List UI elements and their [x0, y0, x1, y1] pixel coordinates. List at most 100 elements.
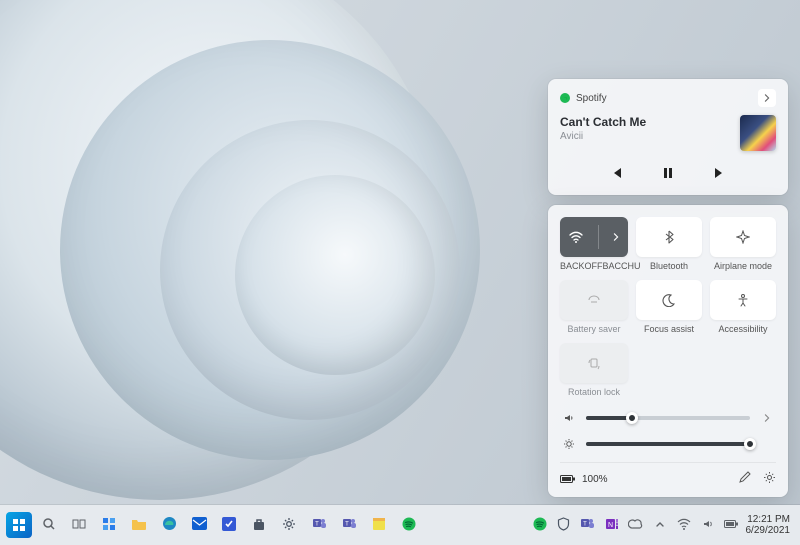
- qs-item-accessibility: Accessibility: [710, 280, 776, 335]
- focus-assist-tile[interactable]: [636, 280, 702, 320]
- skip-next-icon: [713, 166, 727, 180]
- search-icon: [42, 517, 56, 534]
- media-source-app[interactable]: Spotify: [560, 93, 607, 104]
- chevron-right-icon: [763, 414, 771, 422]
- media-app-label: Spotify: [576, 93, 607, 104]
- airplane-label: Airplane mode: [714, 262, 772, 272]
- taskbar-app-teams-personal[interactable]: T: [306, 512, 332, 538]
- qs-item-wifi: BACKOFFBACCHU: [560, 217, 628, 272]
- tray-onenote[interactable]: N: [602, 515, 622, 535]
- svg-text:T: T: [583, 522, 587, 528]
- taskbar-app-widgets[interactable]: [96, 512, 122, 538]
- rotation-lock-icon: [587, 356, 601, 370]
- qs-item-airplane: Airplane mode: [710, 217, 776, 272]
- taskbar-app-todo[interactable]: [216, 512, 242, 538]
- volume-output-button[interactable]: [760, 414, 774, 422]
- battery-icon: [560, 474, 576, 484]
- brightness-icon: [562, 438, 576, 450]
- volume-slider-row: [562, 412, 774, 424]
- skip-previous-icon: [609, 166, 623, 180]
- teams-icon: T: [312, 516, 327, 534]
- tray-network[interactable]: [674, 515, 694, 535]
- brightness-slider-row: [562, 438, 774, 450]
- battery-percent-label: 100%: [582, 474, 608, 485]
- tray-overflow[interactable]: [650, 515, 670, 535]
- wifi-label: BACKOFFBACCHU: [560, 262, 628, 272]
- qs-item-battery-saver: Battery saver: [560, 280, 628, 335]
- media-play-pause-button[interactable]: [658, 163, 678, 183]
- volume-slider[interactable]: [586, 416, 750, 420]
- open-settings-button[interactable]: [763, 471, 776, 487]
- shield-icon: [557, 517, 570, 534]
- qs-item-rotation-lock: Rotation lock: [560, 343, 628, 398]
- note-icon: [372, 517, 386, 534]
- brightness-slider[interactable]: [586, 442, 750, 446]
- media-next-button[interactable]: [710, 163, 730, 183]
- teams-icon: T: [342, 516, 357, 534]
- taskbar-time: 12:21 PM: [747, 514, 790, 526]
- accessibility-tile[interactable]: [710, 280, 776, 320]
- taskbar-date: 6/29/2021: [746, 525, 791, 537]
- quick-settings-panel: BACKOFFBACCHU Bluetooth Airplane mode Ba…: [548, 205, 788, 497]
- wifi-tile[interactable]: [560, 217, 628, 257]
- taskbar-app-search[interactable]: [36, 512, 62, 538]
- media-track-title: Can't Catch Me: [560, 115, 646, 129]
- accessibility-icon: [736, 293, 750, 307]
- taskbar-app-spotify-taskbar[interactable]: [396, 512, 422, 538]
- edge-icon: [162, 516, 177, 534]
- spotify-icon: [560, 93, 570, 103]
- rotation-lock-tile[interactable]: [560, 343, 628, 383]
- quick-settings-grid: BACKOFFBACCHU Bluetooth Airplane mode Ba…: [560, 217, 776, 398]
- bluetooth-label: Bluetooth: [650, 262, 688, 272]
- battery-icon: [724, 518, 739, 532]
- media-expand-button[interactable]: [758, 89, 776, 107]
- qs-item-bluetooth: Bluetooth: [636, 217, 702, 272]
- taskbar-app-task-view[interactable]: [66, 512, 92, 538]
- taskbar-start-button[interactable]: [6, 512, 32, 538]
- taskbar-app-settings[interactable]: [276, 512, 302, 538]
- svg-text:T: T: [315, 522, 319, 528]
- battery-saver-icon: [586, 293, 602, 307]
- pencil-icon: [738, 471, 751, 484]
- battery-saver-label: Battery saver: [567, 325, 620, 335]
- album-art[interactable]: [740, 115, 776, 151]
- taskbar-app-teams-work[interactable]: T: [336, 512, 362, 538]
- taskbar-app-sticky-notes[interactable]: [366, 512, 392, 538]
- edit-quick-settings-button[interactable]: [738, 471, 751, 487]
- tray-teams[interactable]: T: [578, 515, 598, 535]
- moon-icon: [662, 293, 676, 307]
- wifi-icon: [568, 229, 584, 245]
- media-panel: Spotify Can't Catch Me Avicii: [548, 79, 788, 195]
- speaker-icon[interactable]: [562, 412, 576, 424]
- svg-text:N: N: [607, 522, 612, 529]
- taskbar-clock[interactable]: 12:21 PM 6/29/2021: [742, 514, 795, 537]
- chevron-up-icon: [655, 518, 665, 532]
- onenote-icon: N: [605, 517, 619, 534]
- airplane-tile[interactable]: [710, 217, 776, 257]
- bluetooth-icon: [662, 230, 676, 244]
- tray-security[interactable]: [554, 515, 574, 535]
- store-icon: [252, 517, 266, 534]
- taskbar-app-edge[interactable]: [156, 512, 182, 538]
- taskbar: T T T N 12:21 PM 6/29/2021: [0, 505, 800, 545]
- taskbar-app-file-explorer[interactable]: [126, 512, 152, 538]
- tray-onedrive[interactable]: [626, 515, 646, 535]
- taskbar-app-store[interactable]: [246, 512, 272, 538]
- bluetooth-tile[interactable]: [636, 217, 702, 257]
- media-previous-button[interactable]: [606, 163, 626, 183]
- taskbar-app-mail[interactable]: [186, 512, 212, 538]
- tray-volume[interactable]: [698, 515, 718, 535]
- pause-icon: [661, 166, 675, 180]
- settings-icon: [282, 517, 296, 534]
- spotify-icon: [533, 517, 547, 534]
- wifi-icon: [677, 518, 691, 533]
- battery-saver-tile[interactable]: [560, 280, 628, 320]
- tray-spotify[interactable]: [530, 515, 550, 535]
- airplane-icon: [736, 230, 750, 244]
- tray-battery[interactable]: [722, 515, 742, 535]
- battery-status[interactable]: 100%: [560, 474, 608, 485]
- spotify-icon: [402, 517, 416, 534]
- chevron-right-icon: [763, 94, 771, 102]
- folder-icon: [131, 517, 147, 534]
- gear-icon: [763, 471, 776, 484]
